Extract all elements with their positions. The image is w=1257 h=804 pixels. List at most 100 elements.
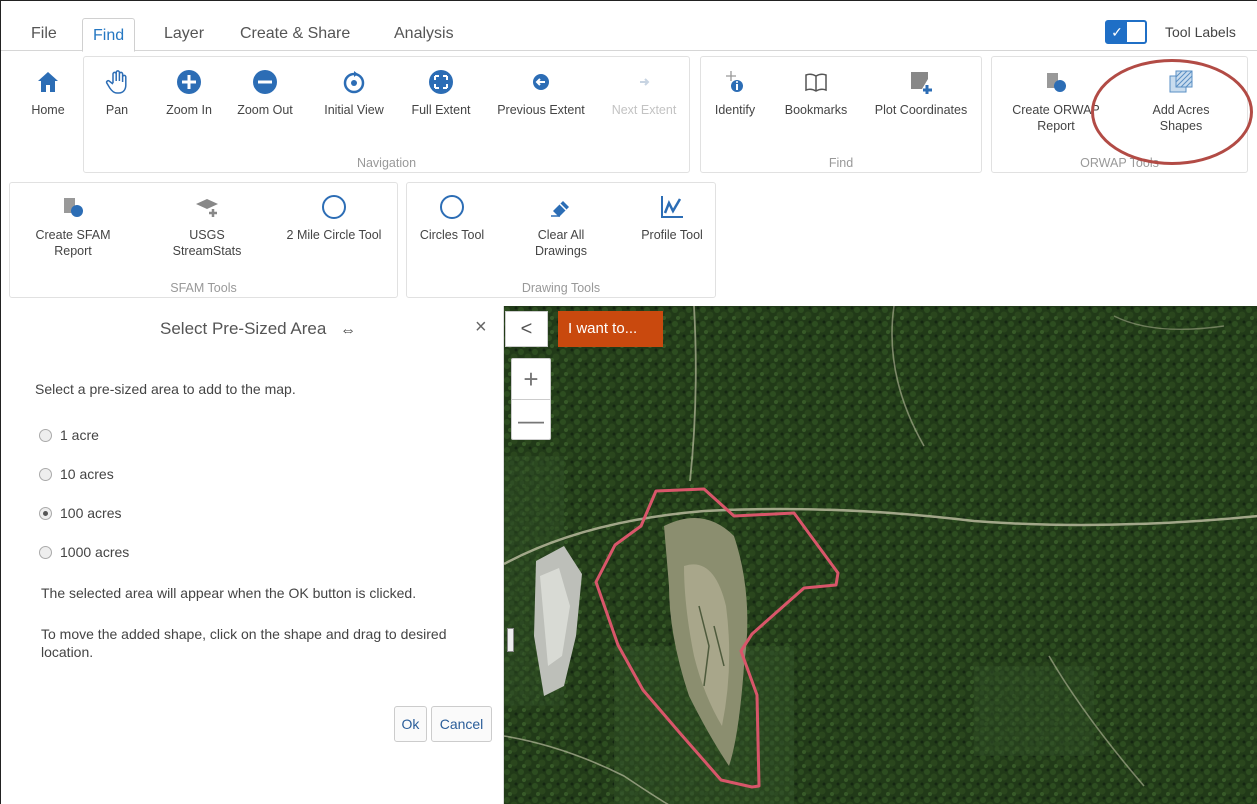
radio-button[interactable] [39,428,52,442]
bookmarks-label: Bookmarks [784,103,848,117]
next-extent-button[interactable]: Next Extent [605,69,683,118]
circles-tool-label: Circles Tool [419,228,485,242]
arrow-right-icon [640,78,650,86]
circles-tool-button[interactable]: Circles Tool [413,194,491,243]
panel-note-move: To move the added shape, click on the sh… [41,626,447,660]
close-icon[interactable]: × [475,316,487,339]
radio-button[interactable] [39,506,52,520]
radio-button[interactable] [39,545,52,559]
tab-bar: File Find Layer Create & Share Analysis … [1,1,1257,52]
previous-extent-button[interactable]: Previous Extent [491,69,591,118]
tab-create-share[interactable]: Create & Share [230,17,360,51]
home-icon [38,72,58,92]
find-group-label: Find [828,156,854,170]
book-icon [805,73,827,92]
line-chart-icon [661,196,683,218]
minus-circle-icon [253,70,277,94]
create-orwap-report-label-2: Report [1037,119,1075,133]
create-sfam-report-button[interactable]: Create SFAM Report [31,194,115,259]
report-pie-icon [1047,73,1066,92]
panel-note-ok: The selected area will appear when the O… [41,585,417,601]
create-sfam-report-label-2: Report [54,244,92,258]
radio-label: 1000 acres [60,544,130,560]
refresh-icon [343,71,365,94]
navigation-group-label: Navigation [356,156,417,170]
panel-title: Select Pre-Sized Area [160,319,327,338]
cancel-button[interactable]: Cancel [431,706,492,742]
panel-prompt: Select a pre-sized area to add to the ma… [35,381,296,397]
identify-icon [726,71,743,92]
hand-icon [105,70,127,94]
clear-all-drawings-button[interactable]: Clear All Drawings [522,194,600,259]
radio-10-acres[interactable]: 10 acres [39,466,114,482]
sfam-group-label: SFAM Tools [170,281,237,295]
plus-circle-icon [177,70,201,94]
annotation-circle [1091,59,1253,165]
ok-button[interactable]: Ok [394,706,427,742]
map-zoom-controls: + — [511,358,551,440]
circle-icon [440,195,464,219]
checkmark-icon: ✓ [1107,22,1127,42]
bookmarks-button[interactable]: Bookmarks [776,69,856,118]
eraser-icon [551,201,569,217]
tab-file[interactable]: File [21,17,67,51]
zoom-out-button[interactable]: Zoom Out [232,69,298,118]
previous-extent-label: Previous Extent [497,103,585,117]
profile-tool-button[interactable]: Profile Tool [633,194,711,243]
plot-coordinates-icon [911,72,932,94]
collapse-panel-button[interactable]: < [505,311,548,347]
radio-label: 1 acre [60,427,99,443]
radio-1-acre[interactable]: 1 acre [39,427,99,443]
zoom-in-button[interactable]: Zoom In [159,69,219,118]
drawing-group-label: Drawing Tools [521,281,601,295]
clear-all-label-2: Drawings [534,244,588,258]
profile-tool-label: Profile Tool [641,228,703,242]
resize-cursor-icon: ⇔ [340,322,356,339]
home-label: Home [31,103,65,117]
map-view[interactable] [504,306,1257,804]
report-pie-icon [64,198,83,217]
usgs-streamstats-label-1: USGS [189,228,225,242]
initial-view-label: Initial View [324,103,384,117]
panel-resize-handle[interactable] [507,628,514,652]
radio-1000-acres[interactable]: 1000 acres [39,544,129,560]
radio-button[interactable] [39,467,52,481]
i-want-to-button[interactable]: I want to... [558,311,663,347]
usgs-streamstats-label-2: StreamStats [172,244,242,258]
create-sfam-report-label-1: Create SFAM [35,228,111,242]
clear-all-label-1: Clear All [537,228,585,242]
identify-label: Identify [714,103,756,117]
full-extent-label: Full Extent [411,103,471,117]
identify-button[interactable]: Identify [707,69,763,118]
radio-100-acres[interactable]: 100 acres [39,505,121,521]
create-orwap-report-label-1: Create ORWAP [1012,103,1100,117]
arrow-left-icon [533,74,549,90]
map-zoom-in-button[interactable]: + [512,359,550,399]
pan-button[interactable]: Pan [95,69,139,118]
initial-view-button[interactable]: Initial View [315,69,393,118]
tab-analysis[interactable]: Analysis [384,17,464,51]
tool-labels-toggle[interactable]: ✓ [1105,20,1147,44]
tab-layer[interactable]: Layer [154,17,214,51]
map-zoom-out-button[interactable]: — [512,399,550,439]
home-button[interactable]: Home [23,69,73,118]
radio-label: 100 acres [60,505,122,521]
full-extent-button[interactable]: Full Extent [405,69,477,118]
two-mile-circle-tool-button[interactable]: 2 Mile Circle Tool [280,194,388,243]
plot-coordinates-label: Plot Coordinates [874,103,968,117]
layers-plus-icon [196,199,218,217]
tab-find[interactable]: Find [82,18,136,52]
zoom-out-label: Zoom Out [237,103,293,117]
satellite-imagery [504,306,1257,804]
two-mile-circle-label: 2 Mile Circle Tool [286,228,382,242]
zoom-in-label: Zoom In [166,103,212,117]
tool-labels-label: Tool Labels [1165,24,1236,40]
plot-coordinates-button[interactable]: Plot Coordinates [867,69,975,118]
pan-label: Pan [105,103,129,117]
usgs-streamstats-button[interactable]: USGS StreamStats [165,194,249,259]
circle-icon [322,195,346,219]
next-extent-label: Next Extent [611,103,677,117]
app-window: File Find Layer Create & Share Analysis … [0,0,1257,804]
expand-icon [429,70,453,94]
select-area-panel: Select Pre-Sized Area ⇔ × Select a pre-s… [1,306,504,804]
